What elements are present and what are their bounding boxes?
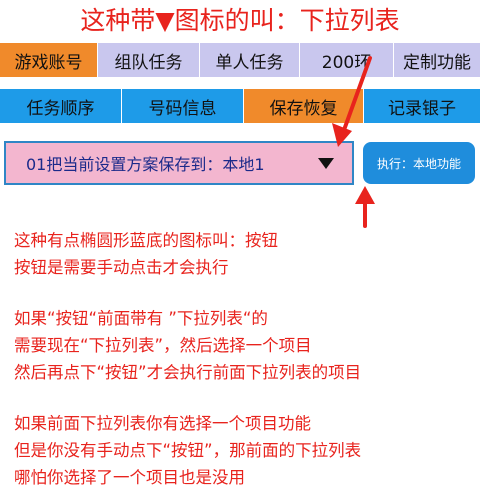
arrow-to-dropdown (342, 56, 372, 132)
explain-line: 如果前面下拉列表你有选择一个项目功能 (14, 414, 311, 433)
explain-warning-block: 如果前面下拉列表你有选择一个项目功能 但是你没有手动点下“按钮”，那前面的下拉列… (14, 410, 361, 491)
explain-line: 但是你没有手动点下“按钮”，那前面的下拉列表 (14, 441, 362, 460)
arrow-to-dropdown-head (332, 123, 352, 147)
explain-line: 这种有点椭圆形蓝底的图标叫：按钮 (14, 231, 278, 250)
explain-line: 哪怕你选择了一个项目也是没用 (14, 468, 245, 487)
explain-line: 按钮是需要手动点击才会执行 (14, 258, 229, 277)
explain-dropdown-button-block: 如果“按钮“前面带有 ”下拉列表“的 需要现在“下拉列表”，然后选择一个项目 然… (14, 305, 361, 386)
explain-line: 如果“按钮“前面带有 ”下拉列表“的 (14, 309, 268, 328)
explain-line: 需要现在“下拉列表”，然后选择一个项目 (14, 336, 312, 355)
arrow-to-button-head (355, 186, 375, 204)
explain-line: 然后再点下“按钮”才会执行前面下拉列表的项目 (14, 363, 362, 382)
explain-button-block: 这种有点椭圆形蓝底的图标叫：按钮 按钮是需要手动点击才会执行 (14, 227, 278, 281)
